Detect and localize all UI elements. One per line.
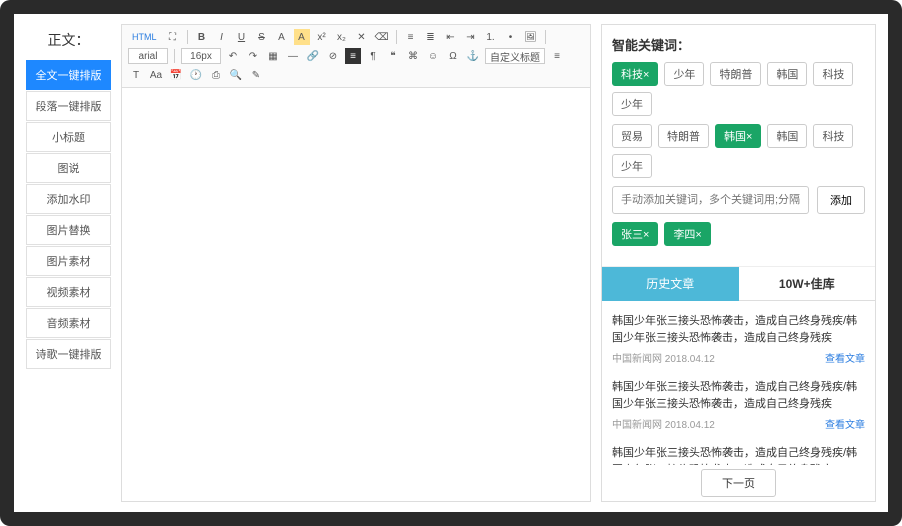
quote-icon[interactable]: ❝ bbox=[385, 48, 401, 64]
strike-icon[interactable]: S bbox=[254, 29, 270, 45]
indent-icon[interactable]: ⇥ bbox=[463, 29, 479, 45]
bold-icon[interactable]: B bbox=[194, 29, 210, 45]
keyword-tag[interactable]: 张三× bbox=[612, 222, 658, 246]
image-icon[interactable]: 🖼 bbox=[523, 29, 539, 45]
keyword-tag[interactable]: 李四× bbox=[664, 222, 710, 246]
view-article-link[interactable]: 查看文章 bbox=[825, 416, 865, 431]
align-center-icon[interactable]: ≣ bbox=[423, 29, 439, 45]
hr-icon[interactable]: — bbox=[285, 48, 301, 64]
nav-item-9[interactable]: 诗歌一键排版 bbox=[26, 339, 111, 369]
link-icon[interactable]: 🔗 bbox=[305, 48, 321, 64]
article-source: 中国新闻网 2018.04.12 bbox=[612, 416, 715, 431]
ul-icon[interactable]: • bbox=[503, 29, 519, 45]
keyword-tag[interactable]: 科技 bbox=[813, 62, 853, 86]
keyword-row-1: 科技×少年特朗普韩国科技少年 bbox=[612, 62, 865, 116]
article-source: 中国新闻网 2018.04.12 bbox=[612, 350, 715, 365]
nav-list: 全文一键排版段落一键排版小标题图说添加水印图片替换图片素材视频素材音频素材诗歌一… bbox=[26, 60, 111, 369]
keywords-section: 智能关键词： 科技×少年特朗普韩国科技少年 贸易特朗普韩国×韩国科技少年 添加 … bbox=[602, 25, 875, 267]
keyword-tag[interactable]: 少年 bbox=[612, 154, 652, 178]
keyword-tag[interactable]: 科技× bbox=[612, 62, 658, 86]
editor-panel: HTML ⛶ B I U S A A x² x₂ ✕ ⌫ ≡ ≣ ⇤ ⇥ 1. … bbox=[121, 24, 591, 502]
nav-item-2[interactable]: 小标题 bbox=[26, 122, 111, 152]
content-label: 正文： bbox=[26, 24, 111, 60]
emoji-icon[interactable]: ☺ bbox=[425, 48, 441, 64]
symbol-icon[interactable]: Ω bbox=[445, 48, 461, 64]
right-panel: 智能关键词： 科技×少年特朗普韩国科技少年 贸易特朗普韩国×韩国科技少年 添加 … bbox=[601, 24, 876, 502]
bgcolor-icon[interactable]: A bbox=[294, 29, 310, 45]
article-title: 韩国少年张三接头恐怖袭击，造成自己终身残疾/韩国少年张三接头恐怖袭击，造成自己终… bbox=[612, 379, 865, 412]
tab-history[interactable]: 历史文章 bbox=[602, 267, 739, 301]
keyword-added-row: 张三×李四× bbox=[612, 222, 865, 246]
add-keyword-button[interactable]: 添加 bbox=[817, 186, 865, 214]
fullscreen-icon[interactable]: ⛶ bbox=[165, 29, 181, 45]
keyword-tag[interactable]: 韩国 bbox=[767, 62, 807, 86]
eraser-icon[interactable]: ⌫ bbox=[374, 29, 390, 45]
editor-textarea[interactable] bbox=[122, 88, 590, 501]
ol-icon[interactable]: 1. bbox=[483, 29, 499, 45]
nav-item-5[interactable]: 图片替换 bbox=[26, 215, 111, 245]
keyword-tag[interactable]: 贸易 bbox=[612, 124, 652, 148]
anchor-icon[interactable]: ⚓ bbox=[465, 48, 481, 64]
unlink-icon[interactable]: ⊘ bbox=[325, 48, 341, 64]
sup-icon[interactable]: x² bbox=[314, 29, 330, 45]
undo-icon[interactable]: ↶ bbox=[225, 48, 241, 64]
html-button[interactable]: HTML bbox=[128, 29, 161, 45]
ltr-icon[interactable]: ¶ bbox=[365, 48, 381, 64]
underline-icon[interactable]: U bbox=[234, 29, 250, 45]
italic-icon[interactable]: I bbox=[214, 29, 230, 45]
article-item: 韩国少年张三接头恐怖袭击，造成自己终身残疾/韩国少年张三接头恐怖袭击，造成自己终… bbox=[612, 305, 865, 371]
align-left-icon[interactable]: ≡ bbox=[403, 29, 419, 45]
keyword-tag[interactable]: 韩国× bbox=[715, 124, 761, 148]
keyword-tag[interactable]: 特朗普 bbox=[658, 124, 709, 148]
redo-icon[interactable]: ↷ bbox=[245, 48, 261, 64]
print-icon[interactable]: ⎙ bbox=[208, 67, 224, 83]
article-tabs: 历史文章 10W+佳库 bbox=[602, 267, 875, 301]
keyword-row-2: 贸易特朗普韩国×韩国科技少年 bbox=[612, 124, 865, 178]
article-item: 韩国少年张三接头恐怖袭击，造成自己终身残疾/韩国少年张三接头恐怖袭击，造成自己终… bbox=[612, 371, 865, 437]
case-icon[interactable]: Aa bbox=[148, 67, 164, 83]
clear-icon[interactable]: ✕ bbox=[354, 29, 370, 45]
keyword-tag[interactable]: 少年 bbox=[664, 62, 704, 86]
heading-icon[interactable]: T bbox=[128, 67, 144, 83]
custom-select[interactable]: 自定义标题 bbox=[485, 48, 545, 64]
size-select[interactable]: 16px bbox=[181, 48, 221, 64]
left-sidebar: 正文： 全文一键排版段落一键排版小标题图说添加水印图片替换图片素材视频素材音频素… bbox=[26, 24, 111, 502]
align-justify-icon[interactable]: ≡ bbox=[345, 48, 361, 64]
para-icon[interactable]: ≡ bbox=[549, 48, 565, 64]
nav-item-4[interactable]: 添加水印 bbox=[26, 184, 111, 214]
search-icon[interactable]: 🔍 bbox=[228, 67, 244, 83]
tab-10w[interactable]: 10W+佳库 bbox=[739, 267, 876, 301]
time-icon[interactable]: 🕐 bbox=[188, 67, 204, 83]
date-icon[interactable]: 📅 bbox=[168, 67, 184, 83]
font-select[interactable]: arial bbox=[128, 48, 168, 64]
article-title: 韩国少年张三接头恐怖袭击，造成自己终身残疾/韩国少年张三接头恐怖袭击，造成自己终… bbox=[612, 313, 865, 346]
outdent-icon[interactable]: ⇤ bbox=[443, 29, 459, 45]
sub-icon[interactable]: x₂ bbox=[334, 29, 350, 45]
nav-item-0[interactable]: 全文一键排版 bbox=[26, 60, 111, 90]
article-list: 韩国少年张三接头恐怖袭击，造成自己终身残疾/韩国少年张三接头恐怖袭击，造成自己终… bbox=[602, 301, 875, 465]
view-article-link[interactable]: 查看文章 bbox=[825, 350, 865, 365]
article-item: 韩国少年张三接头恐怖袭击，造成自己终身残疾/韩国少年张三接头恐怖袭击，造成自己终… bbox=[612, 437, 865, 465]
keywords-title: 智能关键词： bbox=[612, 35, 865, 54]
app-frame: 正文： 全文一键排版段落一键排版小标题图说添加水印图片替换图片素材视频素材音频素… bbox=[0, 0, 902, 526]
brush-icon[interactable]: ✎ bbox=[248, 67, 264, 83]
keyword-input[interactable] bbox=[612, 186, 809, 214]
nav-item-7[interactable]: 视频素材 bbox=[26, 277, 111, 307]
fontcolor-icon[interactable]: A bbox=[274, 29, 290, 45]
keyword-tag[interactable]: 少年 bbox=[612, 92, 652, 116]
nav-item-1[interactable]: 段落一键排版 bbox=[26, 91, 111, 121]
nav-item-3[interactable]: 图说 bbox=[26, 153, 111, 183]
keyword-tag[interactable]: 韩国 bbox=[767, 124, 807, 148]
code-icon[interactable]: ⌘ bbox=[405, 48, 421, 64]
next-page-button[interactable]: 下一页 bbox=[701, 469, 776, 497]
article-title: 韩国少年张三接头恐怖袭击，造成自己终身残疾/韩国少年张三接头恐怖袭击，造成自己终… bbox=[612, 445, 865, 465]
editor-toolbar: HTML ⛶ B I U S A A x² x₂ ✕ ⌫ ≡ ≣ ⇤ ⇥ 1. … bbox=[122, 25, 590, 88]
keyword-tag[interactable]: 特朗普 bbox=[710, 62, 761, 86]
table-icon[interactable]: ▦ bbox=[265, 48, 281, 64]
nav-item-8[interactable]: 音频素材 bbox=[26, 308, 111, 338]
nav-item-6[interactable]: 图片素材 bbox=[26, 246, 111, 276]
keyword-tag[interactable]: 科技 bbox=[813, 124, 853, 148]
